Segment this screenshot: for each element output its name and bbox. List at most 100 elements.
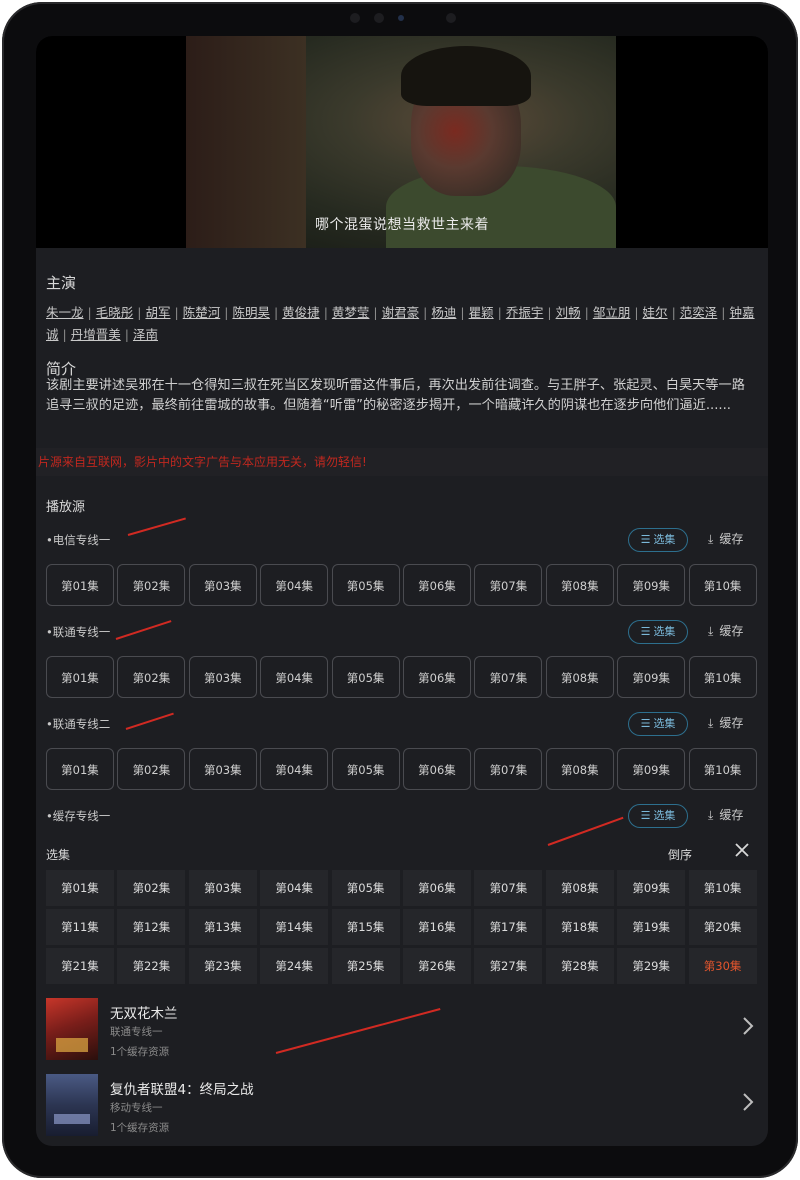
cache-button[interactable]: ⤓ 缓存 [708,806,743,823]
episode-button[interactable]: 第02集 [117,656,186,698]
episode-grid-item[interactable]: 第23集 [188,948,257,984]
episode-button[interactable]: 第03集 [188,564,257,606]
video-player[interactable]: 哪个混蛋说想当救世主来着 [36,36,768,248]
episode-button[interactable]: 第01集 [46,748,114,790]
episode-grid-item[interactable]: 第10集 [688,870,757,906]
cast-member-link[interactable]: 瞿颖 [469,305,494,320]
episode-grid-item[interactable]: 第18集 [545,909,614,945]
episode-grid-item[interactable]: 第13集 [188,909,257,945]
episode-button[interactable]: 第09集 [617,656,686,698]
cast-member-link[interactable]: 毛晓彤 [96,305,134,320]
episode-button[interactable]: 第04集 [260,748,329,790]
episode-button[interactable]: 第03集 [188,656,257,698]
episode-grid-item[interactable]: 第20集 [688,909,757,945]
episode-button[interactable]: 第06集 [403,656,471,698]
episode-button[interactable]: 第04集 [260,564,329,606]
episode-button[interactable]: 第04集 [260,656,329,698]
cast-member-link[interactable]: 杨迪 [431,305,456,320]
episode-grid-item[interactable]: 第14集 [260,909,329,945]
episode-button[interactable]: 第09集 [617,564,686,606]
episode-button[interactable]: 第08集 [545,656,614,698]
episode-grid-item[interactable]: 第07集 [474,870,543,906]
cast-separator: | [373,305,378,320]
tablet-frame: 哪个混蛋说想当救世主来着 主演 朱一龙 | 毛晓彤 | 胡军 | 陈楚河 | 陈明昊 | 黄俊捷 | 黄… [2,2,798,1178]
episode-grid-item[interactable]: 第08集 [545,870,614,906]
cast-member-link[interactable]: 黄梦莹 [332,305,370,320]
episode-button[interactable]: 第05集 [331,748,400,790]
episode-grid-item[interactable]: 第16集 [403,909,471,945]
episode-button[interactable]: 第10集 [688,748,757,790]
episode-grid-item[interactable]: 第22集 [117,948,186,984]
episode-grid-item[interactable]: 第27集 [474,948,543,984]
cast-member-link[interactable]: 娃尔 [643,305,668,320]
cast-member-link[interactable]: 泽南 [133,327,158,342]
episode-button[interactable]: 第07集 [474,564,543,606]
episode-button[interactable]: 第01集 [46,656,114,698]
episode-button[interactable]: 第05集 [331,656,400,698]
episode-grid-item[interactable]: 第19集 [617,909,686,945]
episode-grid-item[interactable]: 第30集 [688,948,757,984]
episode-button[interactable]: 第02集 [117,564,186,606]
episode-button[interactable]: 第10集 [688,656,757,698]
cast-member-link[interactable]: 范奕泽 [680,305,718,320]
episode-button[interactable]: 第09集 [617,748,686,790]
cast-separator: | [137,305,142,320]
cache-label: 缓存 [719,624,744,638]
episode-grid-item[interactable]: 第02集 [117,870,186,906]
cast-separator: | [671,305,676,320]
sort-toggle[interactable]: 倒序 [668,846,692,863]
select-episode-button[interactable]: ☰ 选集 [628,712,688,736]
cast-member-link[interactable]: 刘畅 [556,305,581,320]
episode-grid-item[interactable]: 第24集 [260,948,329,984]
episode-grid-item[interactable]: 第03集 [188,870,257,906]
episode-button[interactable]: 第06集 [403,564,471,606]
episode-button[interactable]: 第07集 [474,656,543,698]
episode-grid-item[interactable]: 第04集 [260,870,329,906]
cast-member-link[interactable]: 邹立朋 [593,305,631,320]
episode-button[interactable]: 第03集 [188,748,257,790]
cached-item[interactable]: 复仇者联盟4：终局之战 移动专线一 1个缓存资源 [36,1068,768,1140]
cast-member-link[interactable]: 胡军 [145,305,170,320]
cache-button[interactable]: ⤓ 缓存 [708,530,743,547]
episode-grid-item[interactable]: 第28集 [545,948,614,984]
cast-member-link[interactable]: 陈明昊 [232,305,270,320]
cast-separator: | [87,305,92,320]
cast-member-link[interactable]: 陈楚河 [183,305,221,320]
episode-button[interactable]: 第08集 [545,748,614,790]
cast-member-link[interactable]: 谢君豪 [382,305,420,320]
cast-member-link[interactable]: 丹增晋美 [71,327,121,342]
episode-grid-item[interactable]: 第29集 [617,948,686,984]
episode-grid-item[interactable]: 第06集 [403,870,471,906]
episode-button[interactable]: 第02集 [117,748,186,790]
episode-grid-item[interactable]: 第11集 [46,909,114,945]
episode-grid-item[interactable]: 第15集 [331,909,400,945]
cache-button[interactable]: ⤓ 缓存 [708,622,743,639]
cache-button[interactable]: ⤓ 缓存 [708,714,743,731]
select-episode-button[interactable]: ☰ 选集 [628,804,688,828]
episode-button[interactable]: 第08集 [545,564,614,606]
cast-member-link[interactable]: 黄俊捷 [282,305,320,320]
cast-member-link[interactable]: 乔振宇 [506,305,544,320]
episode-button[interactable]: 第01集 [46,564,114,606]
episode-grid-item[interactable]: 第01集 [46,870,114,906]
cast-separator: | [273,305,279,320]
episode-button[interactable]: 第07集 [474,748,543,790]
episode-grid-item[interactable]: 第05集 [331,870,400,906]
episode-grid-item[interactable]: 第21集 [46,948,114,984]
list-icon: ☰ [640,625,651,638]
episode-grid-item[interactable]: 第25集 [331,948,400,984]
episode-grid-item[interactable]: 第12集 [117,909,186,945]
episode-button[interactable]: 第06集 [403,748,471,790]
close-icon[interactable] [734,842,750,861]
episode-button[interactable]: 第10集 [688,564,757,606]
select-episode-button[interactable]: ☰ 选集 [628,528,688,552]
cached-item[interactable]: 无双花木兰 联通专线一 1个缓存资源 [36,992,768,1064]
cast-member-link[interactable]: 朱一龙 [46,305,84,320]
annotation-arrow [125,712,174,730]
episode-grid-item[interactable]: 第26集 [403,948,471,984]
episode-button[interactable]: 第05集 [331,564,400,606]
source-line-label: •缓存专线一 [46,809,111,823]
episode-grid-item[interactable]: 第17集 [474,909,543,945]
select-episode-button[interactable]: ☰ 选集 [628,620,688,644]
episode-grid-item[interactable]: 第09集 [617,870,686,906]
